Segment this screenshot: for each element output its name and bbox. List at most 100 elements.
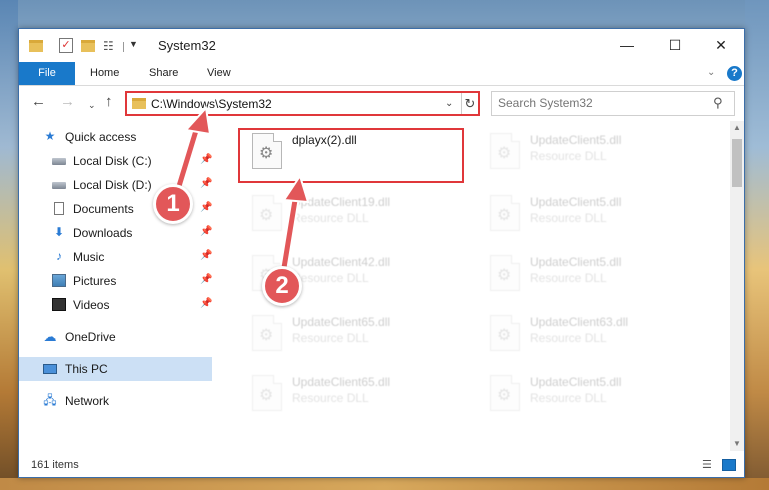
pictures-icon bbox=[52, 274, 66, 287]
file-type: Resource DLL bbox=[292, 211, 369, 225]
dll-file-icon: ⚙ bbox=[490, 375, 520, 411]
tab-home[interactable]: Home bbox=[90, 62, 119, 85]
step-2-badge: 2 bbox=[262, 266, 302, 306]
sidebar-item-local-disk-c[interactable]: Local Disk (C:) 📌 bbox=[19, 149, 212, 173]
address-bar[interactable]: C:\Windows\System32 ⌄ ↻ bbox=[125, 91, 480, 116]
status-bar: 161 items ☰ bbox=[19, 453, 744, 477]
pin-icon[interactable]: 📌 bbox=[200, 202, 212, 213]
file-name: UpdateClient42.dll bbox=[292, 255, 391, 269]
computer-icon bbox=[43, 364, 57, 374]
scroll-down-arrow-icon[interactable]: ▼ bbox=[730, 437, 744, 451]
expand-ribbon-chevron-down-icon[interactable]: ⌄ bbox=[707, 67, 715, 78]
dll-file-icon: ⚙ bbox=[490, 195, 520, 231]
dll-file-icon: ⚙ bbox=[252, 375, 282, 411]
gear-icon: ⚙ bbox=[259, 387, 274, 404]
view-options-icon[interactable]: ☷ bbox=[103, 39, 117, 53]
file-item[interactable]: ⚙ UpdateClient19.dll Resource DLL bbox=[244, 191, 474, 241]
download-icon: ⬇ bbox=[53, 225, 65, 239]
address-path[interactable]: C:\Windows\System32 bbox=[151, 97, 272, 111]
recent-locations-chevron-down-icon[interactable]: ⌄ bbox=[88, 97, 96, 113]
file-item[interactable]: ⚙ UpdateClient5.dll Resource DLL bbox=[482, 191, 712, 241]
sidebar-item-onedrive[interactable]: ☁ OneDrive bbox=[19, 325, 212, 349]
dll-file-icon: ⚙ bbox=[490, 133, 520, 169]
sidebar-item-this-pc[interactable]: This PC bbox=[19, 357, 212, 381]
tab-view[interactable]: View bbox=[207, 62, 231, 85]
pin-icon[interactable]: 📌 bbox=[200, 226, 212, 237]
sidebar-item-label: This PC bbox=[65, 362, 108, 376]
file-type: Resource DLL bbox=[530, 211, 607, 225]
file-type: Resource DLL bbox=[292, 391, 369, 405]
navigation-pane: ★ Quick access Local Disk (C:) 📌 Local D… bbox=[19, 121, 214, 451]
file-name: UpdateClient5.dll bbox=[530, 375, 622, 389]
properties-check-icon[interactable]: ✓ bbox=[59, 38, 73, 53]
minimize-button[interactable]: — bbox=[604, 29, 650, 61]
address-folder-icon bbox=[132, 98, 146, 109]
customize-toolbar-chevron-down-icon[interactable]: ▼ bbox=[129, 39, 138, 55]
refresh-icon[interactable]: ↻ bbox=[461, 93, 478, 114]
sidebar-item-label: OneDrive bbox=[65, 330, 116, 344]
maximize-button[interactable]: ☐ bbox=[652, 29, 698, 61]
search-input[interactable] bbox=[498, 96, 708, 110]
file-type: Resource DLL bbox=[530, 149, 607, 163]
file-item[interactable]: ⚙ UpdateClient5.dll Resource DLL bbox=[482, 371, 712, 421]
sidebar-item-videos[interactable]: Videos 📌 bbox=[19, 293, 212, 317]
dll-file-icon: ⚙ bbox=[490, 255, 520, 291]
large-icons-view-icon[interactable] bbox=[722, 459, 736, 471]
address-history-chevron-down-icon[interactable]: ⌄ bbox=[445, 98, 453, 109]
pin-icon[interactable]: 📌 bbox=[200, 250, 212, 261]
sidebar-item-label: Music bbox=[73, 250, 105, 264]
file-item[interactable]: ⚙ UpdateClient65.dll Resource DLL bbox=[244, 371, 474, 421]
sidebar-item-pictures[interactable]: Pictures 📌 bbox=[19, 269, 212, 293]
network-icon: 🖧 bbox=[43, 393, 57, 407]
pin-icon[interactable]: 📌 bbox=[200, 298, 212, 309]
sidebar-item-label: Documents bbox=[73, 202, 134, 216]
gear-icon: ⚙ bbox=[259, 327, 274, 344]
sidebar-item-network[interactable]: 🖧 Network bbox=[19, 389, 212, 413]
dll-file-icon: ⚙ bbox=[490, 315, 520, 351]
videos-icon bbox=[52, 298, 66, 311]
new-folder-icon[interactable] bbox=[81, 40, 95, 52]
file-item[interactable]: ⚙ UpdateClient5.dll Resource DLL bbox=[482, 129, 712, 179]
window-title: System32 bbox=[158, 38, 216, 53]
file-type: Resource DLL bbox=[530, 391, 607, 405]
music-icon: ♪ bbox=[56, 249, 62, 263]
ribbon-tabs: File Home Share View ⌄ ? bbox=[19, 62, 744, 86]
sidebar-item-label: Local Disk (C:) bbox=[73, 154, 152, 168]
file-type: Resource DLL bbox=[530, 331, 607, 345]
back-arrow-icon[interactable]: ← bbox=[31, 94, 46, 110]
details-view-icon[interactable]: ☰ bbox=[702, 459, 716, 471]
pin-icon[interactable]: 📌 bbox=[200, 178, 212, 189]
scroll-thumb[interactable] bbox=[732, 139, 742, 187]
close-button[interactable]: ✕ bbox=[698, 29, 744, 61]
gear-icon: ⚙ bbox=[497, 145, 512, 162]
drive-icon bbox=[52, 182, 66, 189]
file-explorer-window: ✓ ☷ ▼ System32 — ☐ ✕ File Home Share Vie… bbox=[18, 28, 745, 478]
up-arrow-icon[interactable]: ↑ bbox=[105, 94, 113, 110]
forward-arrow-icon[interactable]: → bbox=[60, 94, 75, 110]
vertical-scrollbar[interactable]: ▲ ▼ bbox=[730, 121, 744, 451]
folder-icon[interactable] bbox=[29, 40, 43, 52]
search-box[interactable]: ⚲ bbox=[491, 91, 735, 116]
documents-icon bbox=[54, 202, 64, 215]
gear-icon: ⚙ bbox=[497, 327, 512, 344]
file-type: Resource DLL bbox=[292, 331, 369, 345]
gear-icon: ⚙ bbox=[497, 207, 512, 224]
gear-icon: ⚙ bbox=[497, 387, 512, 404]
sidebar-item-label: Local Disk (D:) bbox=[73, 178, 152, 192]
help-icon[interactable]: ? bbox=[727, 66, 742, 81]
pin-icon[interactable]: 📌 bbox=[200, 154, 212, 165]
search-icon[interactable]: ⚲ bbox=[713, 95, 723, 111]
file-item[interactable]: ⚙ UpdateClient65.dll Resource DLL bbox=[244, 311, 474, 361]
sidebar-item-quick-access[interactable]: ★ Quick access bbox=[19, 125, 212, 149]
pin-icon[interactable]: 📌 bbox=[200, 274, 212, 285]
navigation-row: ← → ⌄ ↑ C:\Windows\System32 ⌄ ↻ ⚲ bbox=[19, 87, 744, 119]
file-item[interactable]: ⚙ UpdateClient5.dll Resource DLL bbox=[482, 251, 712, 301]
sidebar-item-music[interactable]: ♪ Music 📌 bbox=[19, 245, 212, 269]
sidebar-item-downloads[interactable]: ⬇ Downloads 📌 bbox=[19, 221, 212, 245]
dll-file-icon: ⚙ bbox=[252, 315, 282, 351]
tab-file[interactable]: File bbox=[19, 62, 75, 85]
scroll-up-arrow-icon[interactable]: ▲ bbox=[730, 121, 744, 135]
step-1-badge: 1 bbox=[153, 184, 193, 224]
file-item[interactable]: ⚙ UpdateClient63.dll Resource DLL bbox=[482, 311, 712, 361]
tab-share[interactable]: Share bbox=[149, 62, 178, 85]
